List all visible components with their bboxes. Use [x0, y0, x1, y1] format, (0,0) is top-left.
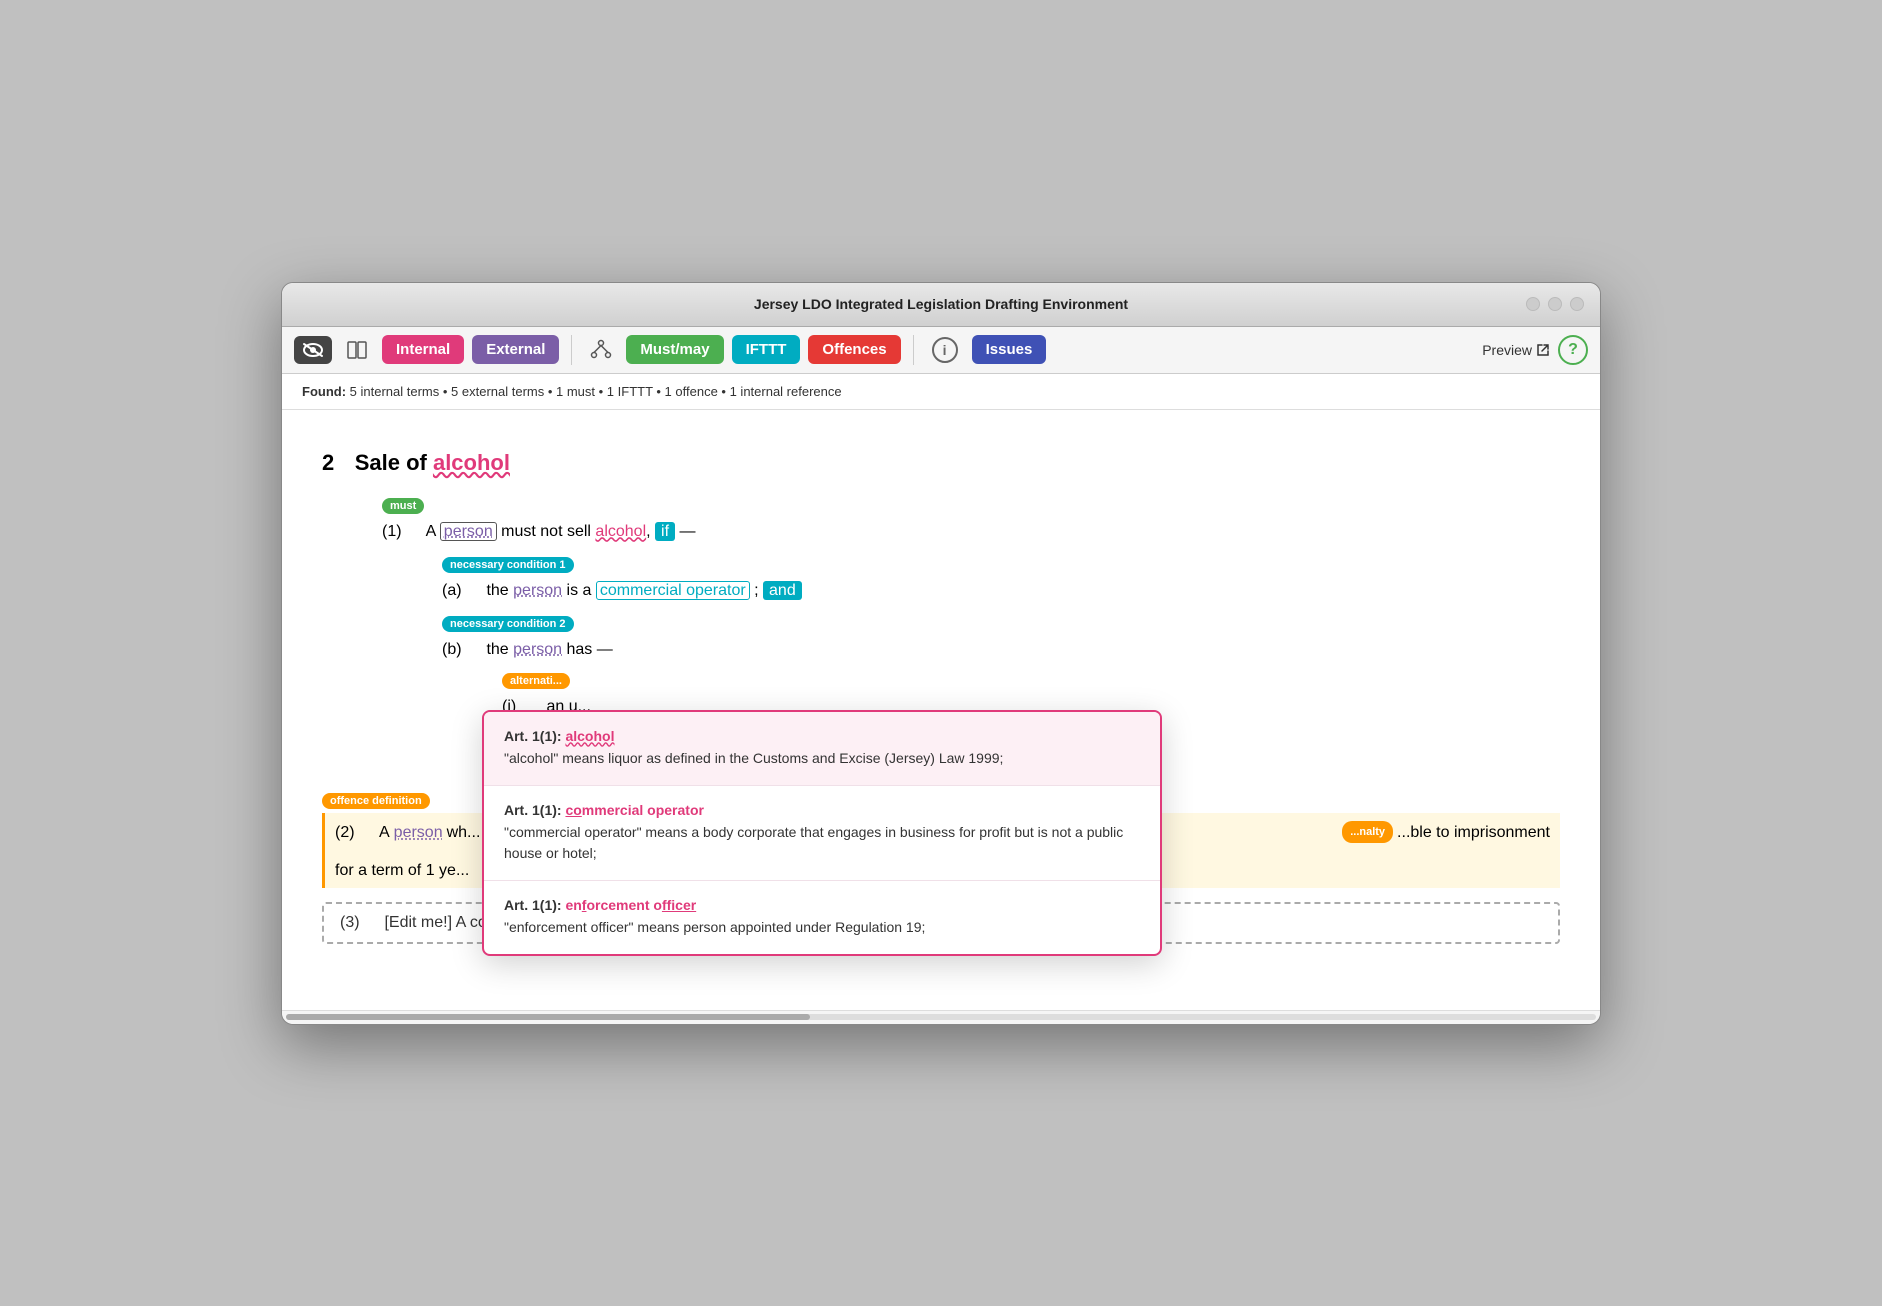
nc1-tag-wrap: necessary condition 1 [442, 555, 1560, 575]
article-title: Sale of alcohol [355, 450, 510, 475]
clause-b: necessary condition 2 (b) the person has… [442, 614, 1560, 663]
person-ref-1[interactable]: person [440, 522, 497, 541]
person-ref-4[interactable]: person [394, 819, 443, 846]
article-heading: 2 Sale of alcohol [322, 450, 1560, 476]
and-word: and [763, 581, 802, 600]
traffic-light-3 [1570, 297, 1584, 311]
popup-title-alcohol-word[interactable]: alcohol [565, 728, 614, 744]
offences-button[interactable]: Offences [808, 335, 900, 364]
popup-title-enforcement-word: enforcement officer [565, 897, 696, 913]
network-icon [590, 339, 612, 361]
clause-a-text: (a) the person is a commercial operator … [442, 577, 1560, 604]
clause-3-label: (3) [340, 914, 380, 932]
clause-a-label: (a) [442, 577, 482, 604]
toolbar-right: Preview ? [1482, 335, 1588, 365]
window-title: Jersey LDO Integrated Legislation Drafti… [754, 296, 1128, 312]
app-window: Jersey LDO Integrated Legislation Drafti… [281, 282, 1601, 1025]
info-icon-button[interactable]: i [926, 333, 964, 367]
help-button[interactable]: ? [1558, 335, 1588, 365]
popup-title-commercial: Art. 1(1): commercial operator [504, 802, 1140, 818]
traffic-light-1 [1526, 297, 1540, 311]
external-button[interactable]: External [472, 335, 559, 364]
article-number: 2 [322, 450, 334, 475]
book-icon [346, 340, 368, 360]
clause-3-text: [Edit me!] A co| [384, 914, 490, 931]
found-text: 5 internal terms • 5 external terms • 1 … [350, 384, 842, 399]
alcohol-ref-1[interactable]: alcohol [595, 523, 646, 540]
separator-2 [913, 335, 914, 365]
alcohol-link-title[interactable]: alcohol [433, 450, 510, 475]
penalty-tag: ...nalty [1342, 821, 1393, 844]
info-icon: i [932, 337, 958, 363]
found-label: Found: [302, 384, 346, 399]
clause-a: necessary condition 1 (a) the person is … [442, 555, 1560, 604]
scrollbar-area[interactable] [282, 1010, 1600, 1024]
popup-body-alcohol: "alcohol" means liquor as defined in the… [504, 748, 1140, 769]
if-word: if [655, 522, 675, 541]
popup-title-enforcement: Art. 1(1): enforcement officer [504, 897, 1140, 913]
popup-title-commercial-word: commercial operator [565, 802, 704, 818]
popup-commercial-underline: co [565, 802, 581, 818]
person-ref-2[interactable]: person [513, 582, 562, 599]
network-icon-button[interactable] [584, 335, 618, 365]
preview-button[interactable]: Preview [1482, 342, 1550, 358]
scrollbar-thumb[interactable] [286, 1014, 810, 1020]
traffic-lights [1526, 297, 1584, 311]
popup-enforcement-underline2: fficer [662, 897, 696, 913]
scrollbar-track[interactable] [286, 1014, 1596, 1020]
must-tag: must [382, 498, 424, 514]
popup-section-commercial: Art. 1(1): commercial operator "commerci… [484, 786, 1160, 881]
popup-title-alcohol-pre: Art. 1(1): [504, 728, 565, 744]
book-icon-button[interactable] [340, 336, 374, 364]
internal-button[interactable]: Internal [382, 335, 464, 364]
popup-title-commercial-pre: Art. 1(1): [504, 802, 565, 818]
popup-section-enforcement: Art. 1(1): enforcement officer "enforcem… [484, 881, 1160, 954]
clause-1-text: (1) A person must not sell alcohol, if — [382, 518, 1560, 545]
must-tag-wrap: must [382, 496, 1560, 516]
external-link-icon [1536, 343, 1550, 357]
person-ref-3[interactable]: person [513, 641, 562, 658]
mustmay-button[interactable]: Must/may [626, 335, 723, 364]
popup-body-commercial: "commercial operator" means a body corpo… [504, 822, 1140, 864]
commercial-ref[interactable]: commercial operator [596, 581, 750, 600]
ifttt-button[interactable]: IFTTT [732, 335, 801, 364]
popup-title-enforcement-pre: Art. 1(1): [504, 897, 565, 913]
toolbar: Internal External Must/may IFTTT Offence… [282, 327, 1600, 374]
alt1-tag-wrap: alternati... [502, 671, 1560, 691]
clause-1: must (1) A person must not sell alcohol,… [322, 496, 1560, 545]
hide-icon-button[interactable] [294, 336, 332, 364]
eye-slash-icon [302, 342, 324, 358]
popup-title-alcohol: Art. 1(1): alcohol [504, 728, 1140, 744]
definition-popup: Art. 1(1): alcohol "alcohol" means liquo… [482, 710, 1162, 956]
traffic-light-2 [1548, 297, 1562, 311]
found-bar: Found: 5 internal terms • 5 external ter… [282, 374, 1600, 410]
title-bar: Jersey LDO Integrated Legislation Drafti… [282, 283, 1600, 327]
preview-label: Preview [1482, 342, 1532, 358]
nc2-tag: necessary condition 2 [442, 616, 574, 632]
popup-section-alcohol: Art. 1(1): alcohol "alcohol" means liquo… [484, 712, 1160, 786]
clause-b-text: (b) the person has — [442, 636, 1560, 663]
offence-tag: offence definition [322, 793, 430, 809]
separator-1 [571, 335, 572, 365]
popup-enforcement-underline1: f [582, 897, 587, 913]
nc2-tag-wrap: necessary condition 2 [442, 614, 1560, 634]
issues-button[interactable]: Issues [972, 335, 1047, 364]
content-area: 2 Sale of alcohol must (1) A person must… [282, 410, 1600, 1010]
alt1-tag: alternati... [502, 673, 570, 689]
clause-2-label: (2) [335, 819, 375, 846]
popup-body-enforcement: "enforcement officer" means person appoi… [504, 917, 1140, 938]
clause-2-ending: ...ble to imprisonment [1397, 819, 1550, 846]
clause-b-label: (b) [442, 636, 482, 663]
clause-1-label: (1) [382, 518, 422, 545]
nc1-tag: necessary condition 1 [442, 557, 574, 573]
